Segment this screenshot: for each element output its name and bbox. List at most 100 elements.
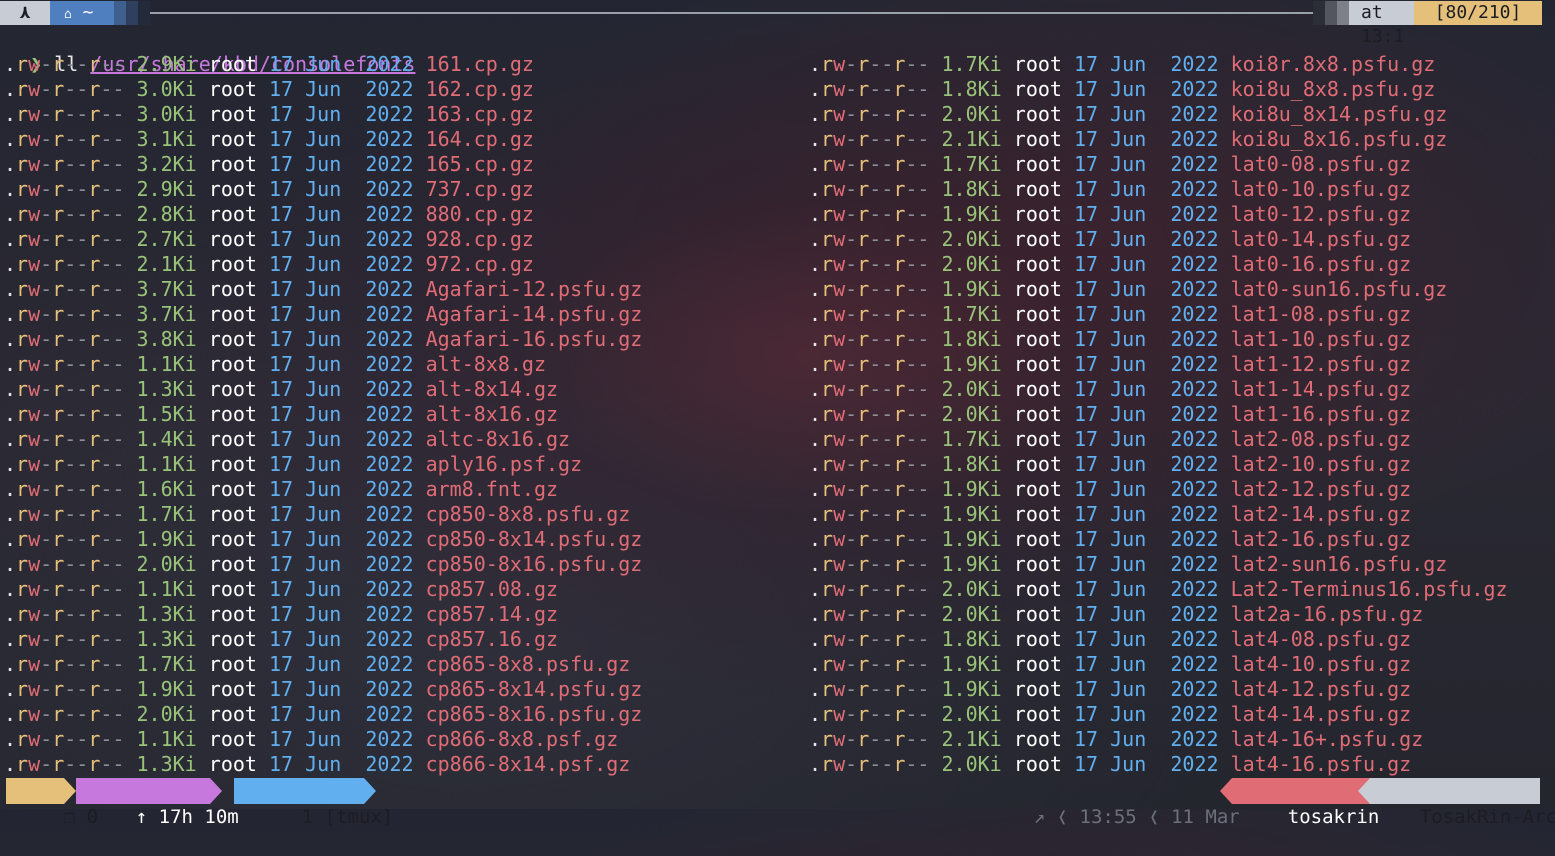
file-owner: root [208,252,257,276]
file-name[interactable]: cp850-8x8.psfu.gz [426,502,631,526]
file-name[interactable]: cp866-8x8.psf.gz [426,727,619,751]
file-name[interactable]: cp865-8x16.psfu.gz [426,702,643,726]
file-owner: root [1013,752,1062,776]
file-size: 1.9Ki [941,527,1002,551]
file-name[interactable]: lat4-16.psfu.gz [1231,752,1412,776]
file-name[interactable]: Agafari-12.psfu.gz [426,277,643,301]
date-day: 17 [269,77,294,101]
list-item: .rw-r--r-- 1.1Ki root 17 Jun 2022 aply16… [4,452,582,477]
date-year: 2022 [365,127,414,151]
file-name[interactable]: alt-8x8.gz [426,352,546,376]
list-item: .rw-r--r-- 2.1Ki root 17 Jun 2022 koi8u_… [809,127,1447,152]
permissions: .rw-r--r-- [809,452,930,476]
date-day: 17 [1074,327,1099,351]
file-name[interactable]: cp857.08.gz [426,577,558,601]
file-name[interactable]: lat2-16.psfu.gz [1231,527,1412,551]
file-name[interactable]: koi8r.8x8.psfu.gz [1231,52,1436,76]
date-day: 17 [269,677,294,701]
file-size: 1.9Ki [941,652,1002,676]
file-name[interactable]: lat4-10.psfu.gz [1231,652,1412,676]
file-name[interactable]: cp865-8x14.psfu.gz [426,677,643,701]
file-name[interactable]: lat4-12.psfu.gz [1231,677,1412,701]
file-name[interactable]: lat1-08.psfu.gz [1231,302,1412,326]
date-day: 17 [1074,552,1099,576]
file-name[interactable]: lat4-08.psfu.gz [1231,627,1412,651]
file-name[interactable]: lat0-14.psfu.gz [1231,227,1412,251]
file-name[interactable]: lat0-08.psfu.gz [1231,152,1412,176]
date-year: 2022 [1170,77,1219,101]
permissions: .rw-r--r-- [4,477,125,501]
file-name[interactable]: 737.cp.gz [426,177,534,201]
file-name[interactable]: koi8u_8x14.psfu.gz [1231,102,1448,126]
file-name[interactable]: 161.cp.gz [426,52,534,76]
file-name[interactable]: lat4-14.psfu.gz [1231,702,1412,726]
file-name[interactable]: cp857.16.gz [426,627,558,651]
file-name[interactable]: lat0-16.psfu.gz [1231,252,1412,276]
file-name[interactable]: lat0-10.psfu.gz [1231,177,1412,201]
file-name[interactable]: koi8u_8x8.psfu.gz [1231,77,1436,101]
file-name[interactable]: lat1-16.psfu.gz [1231,402,1412,426]
file-name[interactable]: 162.cp.gz [426,77,534,101]
file-name[interactable]: lat2-08.psfu.gz [1231,427,1412,451]
file-name[interactable]: lat2a-16.psfu.gz [1231,602,1424,626]
file-size: 1.9Ki [941,677,1002,701]
file-size: 1.1Ki [136,352,197,376]
date-month: Jun [305,552,342,576]
file-name[interactable]: lat1-14.psfu.gz [1231,377,1412,401]
file-name[interactable]: 163.cp.gz [426,102,534,126]
file-name[interactable]: lat2-12.psfu.gz [1231,477,1412,501]
file-name[interactable]: alt-8x14.gz [426,377,558,401]
file-owner: root [1013,277,1062,301]
permissions: .rw-r--r-- [809,752,930,776]
file-name[interactable]: Lat2-Terminus16.psfu.gz [1231,577,1508,601]
date-year: 2022 [365,302,414,326]
file-name[interactable]: lat0-12.psfu.gz [1231,202,1412,226]
file-name[interactable]: lat0-sun16.psfu.gz [1231,277,1448,301]
date-year: 2022 [1170,477,1219,501]
file-name[interactable]: 972.cp.gz [426,252,534,276]
file-name[interactable]: 928.cp.gz [426,227,534,251]
window-tab[interactable]: 1 [tmux] [234,778,393,828]
date-day: 17 [269,427,294,451]
file-name[interactable]: alt-8x16.gz [426,402,558,426]
file-name[interactable]: Agafari-14.psfu.gz [426,302,643,326]
date-year: 2022 [365,102,414,126]
file-name[interactable]: cp857.14.gz [426,602,558,626]
file-name[interactable]: lat2-14.psfu.gz [1231,502,1412,526]
file-name[interactable]: Agafari-16.psfu.gz [426,327,643,351]
list-item: .rw-r--r-- 1.9Ki root 17 Jun 2022 lat2-1… [809,527,1411,552]
file-name[interactable]: cp850-8x16.psfu.gz [426,552,643,576]
file-name[interactable]: lat1-10.psfu.gz [1231,327,1412,351]
file-name[interactable]: 880.cp.gz [426,202,534,226]
list-item: .rw-r--r-- 1.8Ki root 17 Jun 2022 lat1-1… [809,327,1411,352]
file-size: 2.0Ki [941,227,1002,251]
date-label: 11 Mar [1171,806,1240,828]
date-day: 17 [269,102,294,126]
file-name[interactable]: arm8.fnt.gz [426,477,558,501]
file-owner: root [1013,352,1062,376]
file-name[interactable]: lat1-12.psfu.gz [1231,352,1412,376]
file-owner: root [1013,402,1062,426]
file-size: 1.7Ki [941,302,1002,326]
file-name[interactable]: aply16.psf.gz [426,452,583,476]
permissions: .rw-r--r-- [809,602,930,626]
file-size: 1.1Ki [136,452,197,476]
file-owner: root [208,652,257,676]
file-name[interactable]: cp865-8x8.psfu.gz [426,652,631,676]
file-name[interactable]: 164.cp.gz [426,127,534,151]
file-name[interactable]: lat2-10.psfu.gz [1231,452,1412,476]
date-day: 17 [1074,77,1099,101]
file-name[interactable]: lat2-sun16.psfu.gz [1231,552,1448,576]
position-segment: [80/210] [1414,1,1542,25]
file-name[interactable]: 165.cp.gz [426,152,534,176]
session-segment[interactable]: ❐ 0 [6,778,98,828]
file-name[interactable]: altc-8x16.gz [426,427,571,451]
file-owner: root [1013,677,1062,701]
file-owner: root [208,102,257,126]
permissions: .rw-r--r-- [809,727,930,751]
file-name[interactable]: cp850-8x14.psfu.gz [426,527,643,551]
file-size: 1.3Ki [136,627,197,651]
file-name[interactable]: lat4-16+.psfu.gz [1231,727,1424,751]
file-name[interactable]: cp866-8x14.psf.gz [426,752,631,776]
file-name[interactable]: koi8u_8x16.psfu.gz [1231,127,1448,151]
